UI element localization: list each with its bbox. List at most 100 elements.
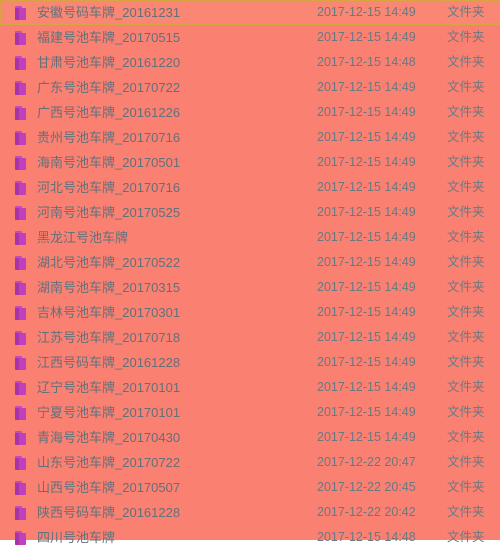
file-date-modified: 2017-12-22 20:45 [317,480,416,494]
folder-icon [15,30,26,45]
table-row[interactable]: 青海号池车牌_20170430 2017-12-15 14:49 文件夹 [0,425,500,450]
file-type: 文件夹 [447,380,485,394]
file-type: 文件夹 [447,330,485,344]
file-type: 文件夹 [447,430,485,444]
folder-icon [15,230,26,245]
folder-icon [15,180,26,195]
file-name: 山西号池车牌_20170507 [37,480,181,495]
file-type: 文件夹 [447,355,485,369]
file-type: 文件夹 [447,30,485,44]
table-row[interactable]: 宁夏号池车牌_20170101 2017-12-15 14:49 文件夹 [0,400,500,425]
table-row[interactable]: 山西号池车牌_20170507 2017-12-22 20:45 文件夹 [0,475,500,500]
file-date-modified: 2017-12-15 14:49 [317,280,416,294]
file-type: 文件夹 [447,405,485,419]
folder-icon [15,80,26,95]
table-row[interactable]: 甘肃号池车牌_20161220 2017-12-15 14:48 文件夹 [0,50,500,75]
file-type: 文件夹 [447,5,485,19]
file-date-modified: 2017-12-15 14:49 [317,180,416,194]
file-type: 文件夹 [447,80,485,94]
file-type: 文件夹 [447,530,485,544]
file-type: 文件夹 [447,255,485,269]
folder-icon [15,255,26,270]
file-type: 文件夹 [447,230,485,244]
folder-icon [15,205,26,220]
file-date-modified: 2017-12-22 20:47 [317,455,416,469]
folder-icon [15,55,26,70]
folder-icon [15,405,26,420]
file-name: 陕西号码车牌_20161228 [37,505,181,520]
file-date-modified: 2017-12-15 14:49 [317,205,416,219]
file-date-modified: 2017-12-15 14:49 [317,130,416,144]
folder-icon [15,155,26,170]
folder-icon [15,130,26,145]
folder-icon [15,105,26,120]
table-row[interactable]: 陕西号码车牌_20161228 2017-12-22 20:42 文件夹 [0,500,500,525]
table-row[interactable]: 湖南号池车牌_20170315 2017-12-15 14:49 文件夹 [0,275,500,300]
file-name: 青海号池车牌_20170430 [37,430,181,445]
folder-icon [15,280,26,295]
file-date-modified: 2017-12-15 14:49 [317,5,416,19]
file-name: 吉林号池车牌_20170301 [37,305,181,320]
table-row[interactable]: 海南号池车牌_20170501 2017-12-15 14:49 文件夹 [0,150,500,175]
file-type: 文件夹 [447,480,485,494]
file-name: 宁夏号池车牌_20170101 [37,405,181,420]
folder-icon [15,530,26,545]
file-date-modified: 2017-12-15 14:49 [317,255,416,269]
file-date-modified: 2017-12-15 14:49 [317,105,416,119]
table-row[interactable]: 江苏号池车牌_20170718 2017-12-15 14:49 文件夹 [0,325,500,350]
table-row[interactable]: 河南号池车牌_20170525 2017-12-15 14:49 文件夹 [0,200,500,225]
table-row[interactable]: 福建号池车牌_20170515 2017-12-15 14:49 文件夹 [0,25,500,50]
file-name: 湖北号池车牌_20170522 [37,255,181,270]
file-date-modified: 2017-12-15 14:49 [317,305,416,319]
folder-icon [15,455,26,470]
file-name: 广西号池车牌_20161226 [37,105,181,120]
file-type: 文件夹 [447,105,485,119]
file-date-modified: 2017-12-15 14:49 [317,430,416,444]
file-date-modified: 2017-12-15 14:49 [317,155,416,169]
file-name: 江西号码车牌_20161228 [37,355,181,370]
table-row[interactable]: 河北号池车牌_20170716 2017-12-15 14:49 文件夹 [0,175,500,200]
table-row[interactable]: 黑龙江号池车牌 2017-12-15 14:49 文件夹 [0,225,500,250]
file-name: 海南号池车牌_20170501 [37,155,181,170]
file-date-modified: 2017-12-15 14:49 [317,380,416,394]
table-row[interactable]: 山东号池车牌_20170722 2017-12-22 20:47 文件夹 [0,450,500,475]
file-type: 文件夹 [447,130,485,144]
folder-icon [15,380,26,395]
file-type: 文件夹 [447,305,485,319]
file-date-modified: 2017-12-15 14:49 [317,330,416,344]
folder-icon [15,505,26,520]
folder-icon [15,430,26,445]
file-name: 山东号池车牌_20170722 [37,455,181,470]
table-row[interactable]: 贵州号池车牌_20170716 2017-12-15 14:49 文件夹 [0,125,500,150]
folder-icon [15,355,26,370]
folder-icon [15,480,26,495]
file-name: 黑龙江号池车牌 [37,230,129,245]
folder-icon [15,5,26,20]
table-row[interactable]: 广西号池车牌_20161226 2017-12-15 14:49 文件夹 [0,100,500,125]
file-name: 河南号池车牌_20170525 [37,205,181,220]
file-name: 福建号池车牌_20170515 [37,30,181,45]
file-list[interactable]: 安徽号码车牌_20161231 2017-12-15 14:49 文件夹 福建号池车牌… [0,0,500,545]
file-type: 文件夹 [447,55,485,69]
file-type: 文件夹 [447,455,485,469]
table-row[interactable]: 安徽号码车牌_20161231 2017-12-15 14:49 文件夹 [0,0,500,25]
table-row[interactable]: 吉林号池车牌_20170301 2017-12-15 14:49 文件夹 [0,300,500,325]
file-name: 贵州号池车牌_20170716 [37,130,181,145]
file-name: 辽宁号池车牌_20170101 [37,380,181,395]
file-type: 文件夹 [447,205,485,219]
file-date-modified: 2017-12-15 14:49 [317,80,416,94]
file-type: 文件夹 [447,280,485,294]
table-row[interactable]: 江西号码车牌_20161228 2017-12-15 14:49 文件夹 [0,350,500,375]
file-name: 四川号池车牌 [37,530,116,545]
file-name: 湖南号池车牌_20170315 [37,280,181,295]
table-row[interactable]: 湖北号池车牌_20170522 2017-12-15 14:49 文件夹 [0,250,500,275]
file-type: 文件夹 [447,155,485,169]
file-name: 安徽号码车牌_20161231 [37,5,181,20]
table-row[interactable]: 辽宁号池车牌_20170101 2017-12-15 14:49 文件夹 [0,375,500,400]
file-type: 文件夹 [447,505,485,519]
file-name: 甘肃号池车牌_20161220 [37,55,181,70]
file-date-modified: 2017-12-15 14:49 [317,230,416,244]
table-row[interactable]: 四川号池车牌 2017-12-15 14:48 文件夹 [0,525,500,550]
table-row[interactable]: 广东号池车牌_20170722 2017-12-15 14:49 文件夹 [0,75,500,100]
file-type: 文件夹 [447,180,485,194]
